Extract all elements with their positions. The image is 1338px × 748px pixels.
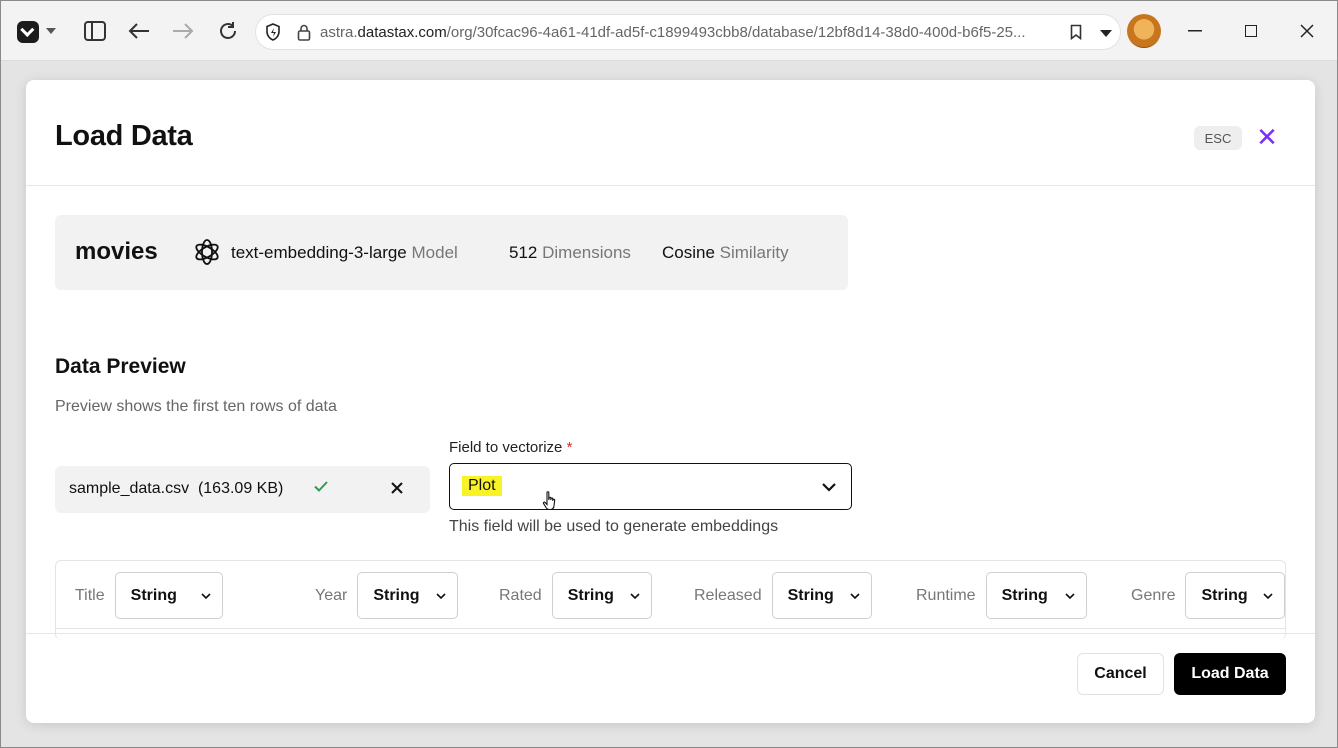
browser-toolbar: astra.datastax.com/org/30fcac96-4a61-41d… bbox=[1, 1, 1337, 61]
profile-avatar[interactable] bbox=[1127, 14, 1161, 48]
dimensions-value: 512 bbox=[509, 243, 538, 262]
header-divider bbox=[26, 185, 1315, 186]
column-type-value: String bbox=[787, 586, 834, 604]
model-suffix: Model bbox=[411, 243, 458, 262]
vectorize-label-text: Field to vectorize bbox=[449, 439, 563, 456]
openai-icon bbox=[192, 237, 222, 267]
column-released: Released String bbox=[694, 572, 872, 619]
url-prefix: astra. bbox=[320, 24, 358, 41]
file-size: (163.09 KB) bbox=[197, 480, 284, 497]
column-type-select[interactable]: String bbox=[551, 572, 652, 619]
similarity-info: Cosine Similarity bbox=[662, 243, 789, 263]
column-type-select[interactable]: String bbox=[357, 572, 459, 619]
back-arrow-icon[interactable] bbox=[125, 17, 153, 45]
chevron-down-icon bbox=[630, 593, 640, 600]
window-close-icon[interactable] bbox=[1279, 1, 1335, 61]
chevron-down-icon[interactable] bbox=[820, 478, 838, 496]
schema-header-row: Title String Year String Rated String Re… bbox=[56, 561, 1285, 629]
column-title: Title String bbox=[75, 572, 223, 619]
schema-table: Title String Year String Rated String Re… bbox=[55, 560, 1286, 640]
column-name: Rated bbox=[499, 586, 542, 604]
required-mark: * bbox=[566, 439, 573, 456]
collection-name: movies bbox=[75, 238, 158, 265]
column-rated: Rated String bbox=[499, 572, 652, 619]
forward-arrow-icon[interactable] bbox=[169, 17, 197, 45]
column-year: Year String bbox=[315, 572, 459, 619]
lock-icon bbox=[296, 23, 312, 41]
column-name: Year bbox=[315, 586, 348, 604]
url-host: datastax.com bbox=[357, 24, 447, 41]
reload-icon[interactable] bbox=[214, 17, 242, 45]
address-dropdown-icon[interactable] bbox=[1100, 30, 1112, 37]
column-type-value: String bbox=[373, 586, 420, 604]
esc-badge: ESC bbox=[1194, 126, 1242, 150]
vectorize-help-text: This field will be used to generate embe… bbox=[449, 518, 779, 535]
column-type-value: String bbox=[130, 586, 177, 604]
chevron-down-icon bbox=[201, 593, 211, 600]
chevron-down-icon bbox=[436, 593, 446, 600]
column-genre: Genre String bbox=[1131, 572, 1285, 619]
vectorize-field-select[interactable]: Plot bbox=[449, 463, 852, 510]
address-bar[interactable]: astra.datastax.com/org/30fcac96-4a61-41d… bbox=[255, 14, 1121, 50]
close-icon[interactable]: ✕ bbox=[1254, 124, 1280, 150]
column-type-select[interactable]: String bbox=[114, 572, 223, 619]
side-panel-icon[interactable] bbox=[84, 21, 106, 41]
column-name: Genre bbox=[1131, 586, 1176, 604]
column-name: Title bbox=[75, 586, 105, 604]
data-preview-subtitle: Preview shows the first ten rows of data bbox=[55, 398, 337, 415]
dimensions-suffix: Dimensions bbox=[542, 243, 631, 262]
modal-title: Load Data bbox=[55, 120, 193, 152]
dimensions-info: 512 Dimensions bbox=[509, 243, 631, 263]
cancel-button[interactable]: Cancel bbox=[1077, 653, 1164, 695]
file-info: sample_data.csv (163.09 KB) bbox=[69, 480, 283, 498]
load-data-modal: Load Data ESC ✕ movies text-embedding-3-… bbox=[26, 80, 1315, 723]
column-type-select[interactable]: String bbox=[1185, 572, 1285, 619]
shield-icon[interactable] bbox=[264, 23, 282, 41]
chevron-down-icon bbox=[1263, 593, 1274, 600]
browser-menu-icon[interactable] bbox=[17, 21, 39, 43]
url-text[interactable]: astra.datastax.com/org/30fcac96-4a61-41d… bbox=[320, 24, 1060, 41]
hand-cursor-icon bbox=[542, 490, 558, 512]
file-name: sample_data.csv bbox=[69, 480, 190, 497]
vectorize-field-label: Field to vectorize * bbox=[449, 439, 572, 456]
minimize-icon[interactable] bbox=[1167, 1, 1223, 61]
similarity-suffix: Similarity bbox=[719, 243, 789, 262]
column-type-select[interactable]: String bbox=[771, 572, 872, 619]
load-data-button[interactable]: Load Data bbox=[1174, 653, 1286, 695]
uploaded-file-chip: sample_data.csv (163.09 KB) bbox=[55, 466, 430, 513]
vectorize-field-value: Plot bbox=[462, 476, 502, 496]
bookmark-icon[interactable] bbox=[1068, 23, 1084, 41]
url-path: /org/30fcac96-4a61-41df-ad5f-c1899493cbb… bbox=[446, 24, 1026, 41]
model-name: text-embedding-3-large bbox=[231, 243, 407, 262]
remove-file-icon[interactable] bbox=[387, 476, 407, 500]
chevron-down-icon bbox=[1065, 593, 1075, 600]
column-runtime: Runtime String bbox=[916, 572, 1087, 619]
column-name: Runtime bbox=[916, 586, 976, 604]
data-preview-title: Data Preview bbox=[55, 355, 186, 378]
column-type-value: String bbox=[1001, 586, 1048, 604]
collection-info-card: movies text-embedding-3-large Model 512 … bbox=[55, 215, 848, 290]
browser-menu-caret-icon[interactable] bbox=[46, 28, 56, 34]
maximize-icon[interactable] bbox=[1223, 1, 1279, 61]
column-type-select[interactable]: String bbox=[985, 572, 1087, 619]
model-info: text-embedding-3-large Model bbox=[231, 243, 458, 263]
check-icon bbox=[313, 478, 329, 499]
similarity-value: Cosine bbox=[662, 243, 715, 262]
chevron-down-icon bbox=[850, 593, 860, 600]
footer-divider bbox=[26, 633, 1315, 634]
column-name: Released bbox=[694, 586, 762, 604]
column-type-value: String bbox=[1201, 586, 1248, 604]
column-type-value: String bbox=[567, 586, 614, 604]
